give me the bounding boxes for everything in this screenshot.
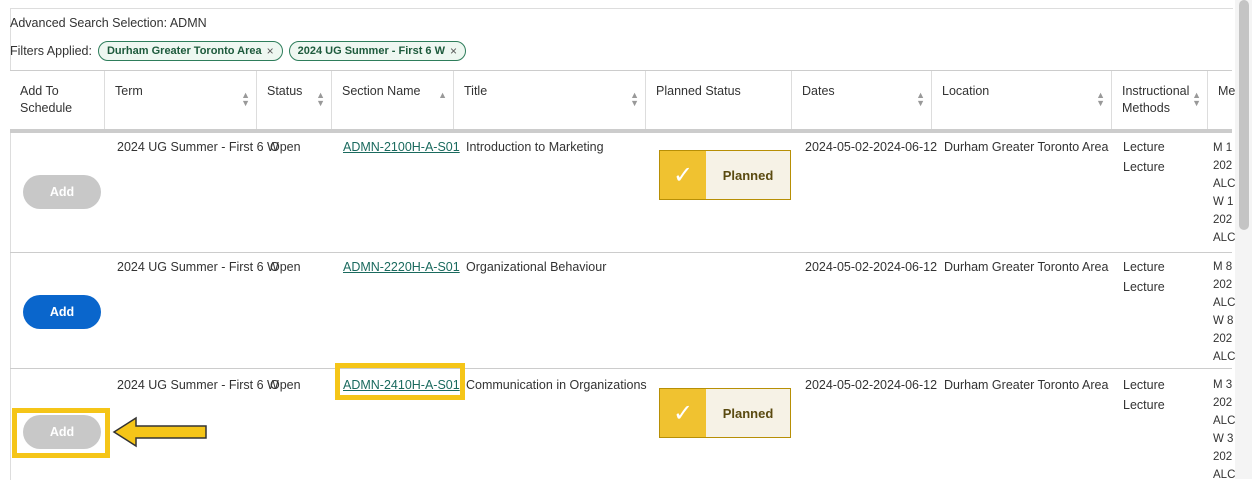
- table-row: Add 2024 UG Summer - First 6 W Open ADMN…: [10, 253, 1235, 369]
- filters-label: Filters Applied:: [10, 44, 92, 58]
- title-cell: Communication in Organizations: [466, 378, 647, 392]
- column-header-label: Title: [464, 84, 488, 98]
- column-header-label: Planned Status: [656, 84, 741, 98]
- add-button[interactable]: Add: [23, 175, 101, 209]
- column-header-location[interactable]: Location ▲ ▼: [932, 71, 1112, 129]
- planned-status-badge: ✓ Planned: [659, 388, 791, 438]
- sort-icon[interactable]: ▲ ▼: [1192, 91, 1201, 108]
- sort-icon[interactable]: ▲ ▼: [1096, 91, 1105, 108]
- column-header-add: Add To Schedule: [10, 71, 105, 129]
- title-cell: Introduction to Marketing: [466, 140, 604, 154]
- location-cell: Durham Greater Toronto Area: [944, 378, 1109, 392]
- filter-chip-label: Durham Greater Toronto Area: [106, 45, 262, 57]
- column-header-dates[interactable]: Dates ▲ ▼: [792, 71, 932, 129]
- column-header-label: Status: [267, 84, 303, 98]
- method-cell: Lecture: [1123, 140, 1165, 154]
- planned-status-label: Planned: [706, 151, 790, 199]
- filter-chip-location[interactable]: Durham Greater Toronto Area ×: [97, 41, 283, 61]
- column-header-label: Add To Schedule: [20, 84, 73, 115]
- column-header-label: Term: [115, 84, 143, 98]
- sort-icon[interactable]: ▲: [438, 91, 447, 100]
- dates-cell: 2024-05-02-2024-06-12: [805, 378, 938, 392]
- filters-bar: Filters Applied: Durham Greater Toronto …: [10, 41, 466, 61]
- column-header-status[interactable]: Status ▲ ▼: [257, 71, 332, 129]
- section-link[interactable]: ADMN-2220H-A-S01: [343, 257, 460, 277]
- filter-chip-term[interactable]: 2024 UG Summer - First 6 W ×: [288, 41, 466, 61]
- add-button-highlight: [12, 408, 110, 458]
- status-cell: Open: [270, 378, 301, 392]
- section-link-highlight: [335, 363, 465, 400]
- method-cell: Lecture: [1123, 160, 1165, 174]
- column-header-label: Me: [1218, 84, 1236, 98]
- sort-icon[interactable]: ▲ ▼: [241, 91, 250, 108]
- column-header-planned: Planned Status: [646, 71, 792, 129]
- location-cell: Durham Greater Toronto Area: [944, 140, 1109, 154]
- dates-cell: 2024-05-02-2024-06-12: [805, 260, 938, 274]
- method-cell: Lecture: [1123, 260, 1165, 274]
- status-cell: Open: [270, 140, 301, 154]
- column-header-label: Section Name: [342, 84, 421, 98]
- term-cell: 2024 UG Summer - First 6 W: [117, 378, 279, 392]
- search-selection-label: Advanced Search Selection: ADMN: [10, 16, 207, 30]
- column-header-term[interactable]: Term ▲ ▼: [105, 71, 257, 129]
- check-icon: ✓: [660, 151, 706, 199]
- vertical-scrollbar[interactable]: [1235, 0, 1252, 479]
- column-header-label: Location: [942, 84, 990, 98]
- planned-status-label: Planned: [706, 389, 790, 437]
- column-header-label: Instructional Methods: [1122, 84, 1190, 115]
- add-button[interactable]: Add: [23, 295, 101, 329]
- term-cell: 2024 UG Summer - First 6 W: [117, 260, 279, 274]
- filter-chip-label: 2024 UG Summer - First 6 W: [297, 45, 445, 57]
- column-header-section[interactable]: Section Name ▲: [332, 71, 454, 129]
- planned-status-badge: ✓ Planned: [659, 150, 791, 200]
- method-cell: Lecture: [1123, 280, 1165, 294]
- location-cell: Durham Greater Toronto Area: [944, 260, 1109, 274]
- close-icon[interactable]: ×: [267, 44, 274, 58]
- sort-icon[interactable]: ▲ ▼: [916, 91, 925, 108]
- arrow-left-icon: [112, 416, 207, 448]
- method-cell: Lecture: [1123, 378, 1165, 392]
- column-header-title[interactable]: Title ▲ ▼: [454, 71, 646, 129]
- close-icon[interactable]: ×: [450, 44, 457, 58]
- sort-icon[interactable]: ▲ ▼: [630, 91, 639, 108]
- title-cell: Organizational Behaviour: [466, 260, 607, 274]
- sort-icon[interactable]: ▲ ▼: [316, 91, 325, 108]
- method-cell: Lecture: [1123, 398, 1165, 412]
- table-row: Add 2024 UG Summer - First 6 W Open ADMN…: [10, 132, 1235, 253]
- table-header: Add To Schedule Term ▲ ▼ Status ▲ ▼ Section …: [10, 70, 1236, 133]
- column-header-methods[interactable]: Instructional Methods ▲ ▼: [1112, 71, 1208, 129]
- dates-cell: 2024-05-02-2024-06-12: [805, 140, 938, 154]
- term-cell: 2024 UG Summer - First 6 W: [117, 140, 279, 154]
- section-link[interactable]: ADMN-2100H-A-S01: [343, 137, 460, 157]
- column-header-label: Dates: [802, 84, 835, 98]
- scrollbar-thumb[interactable]: [1239, 0, 1249, 230]
- status-cell: Open: [270, 260, 301, 274]
- check-icon: ✓: [660, 389, 706, 437]
